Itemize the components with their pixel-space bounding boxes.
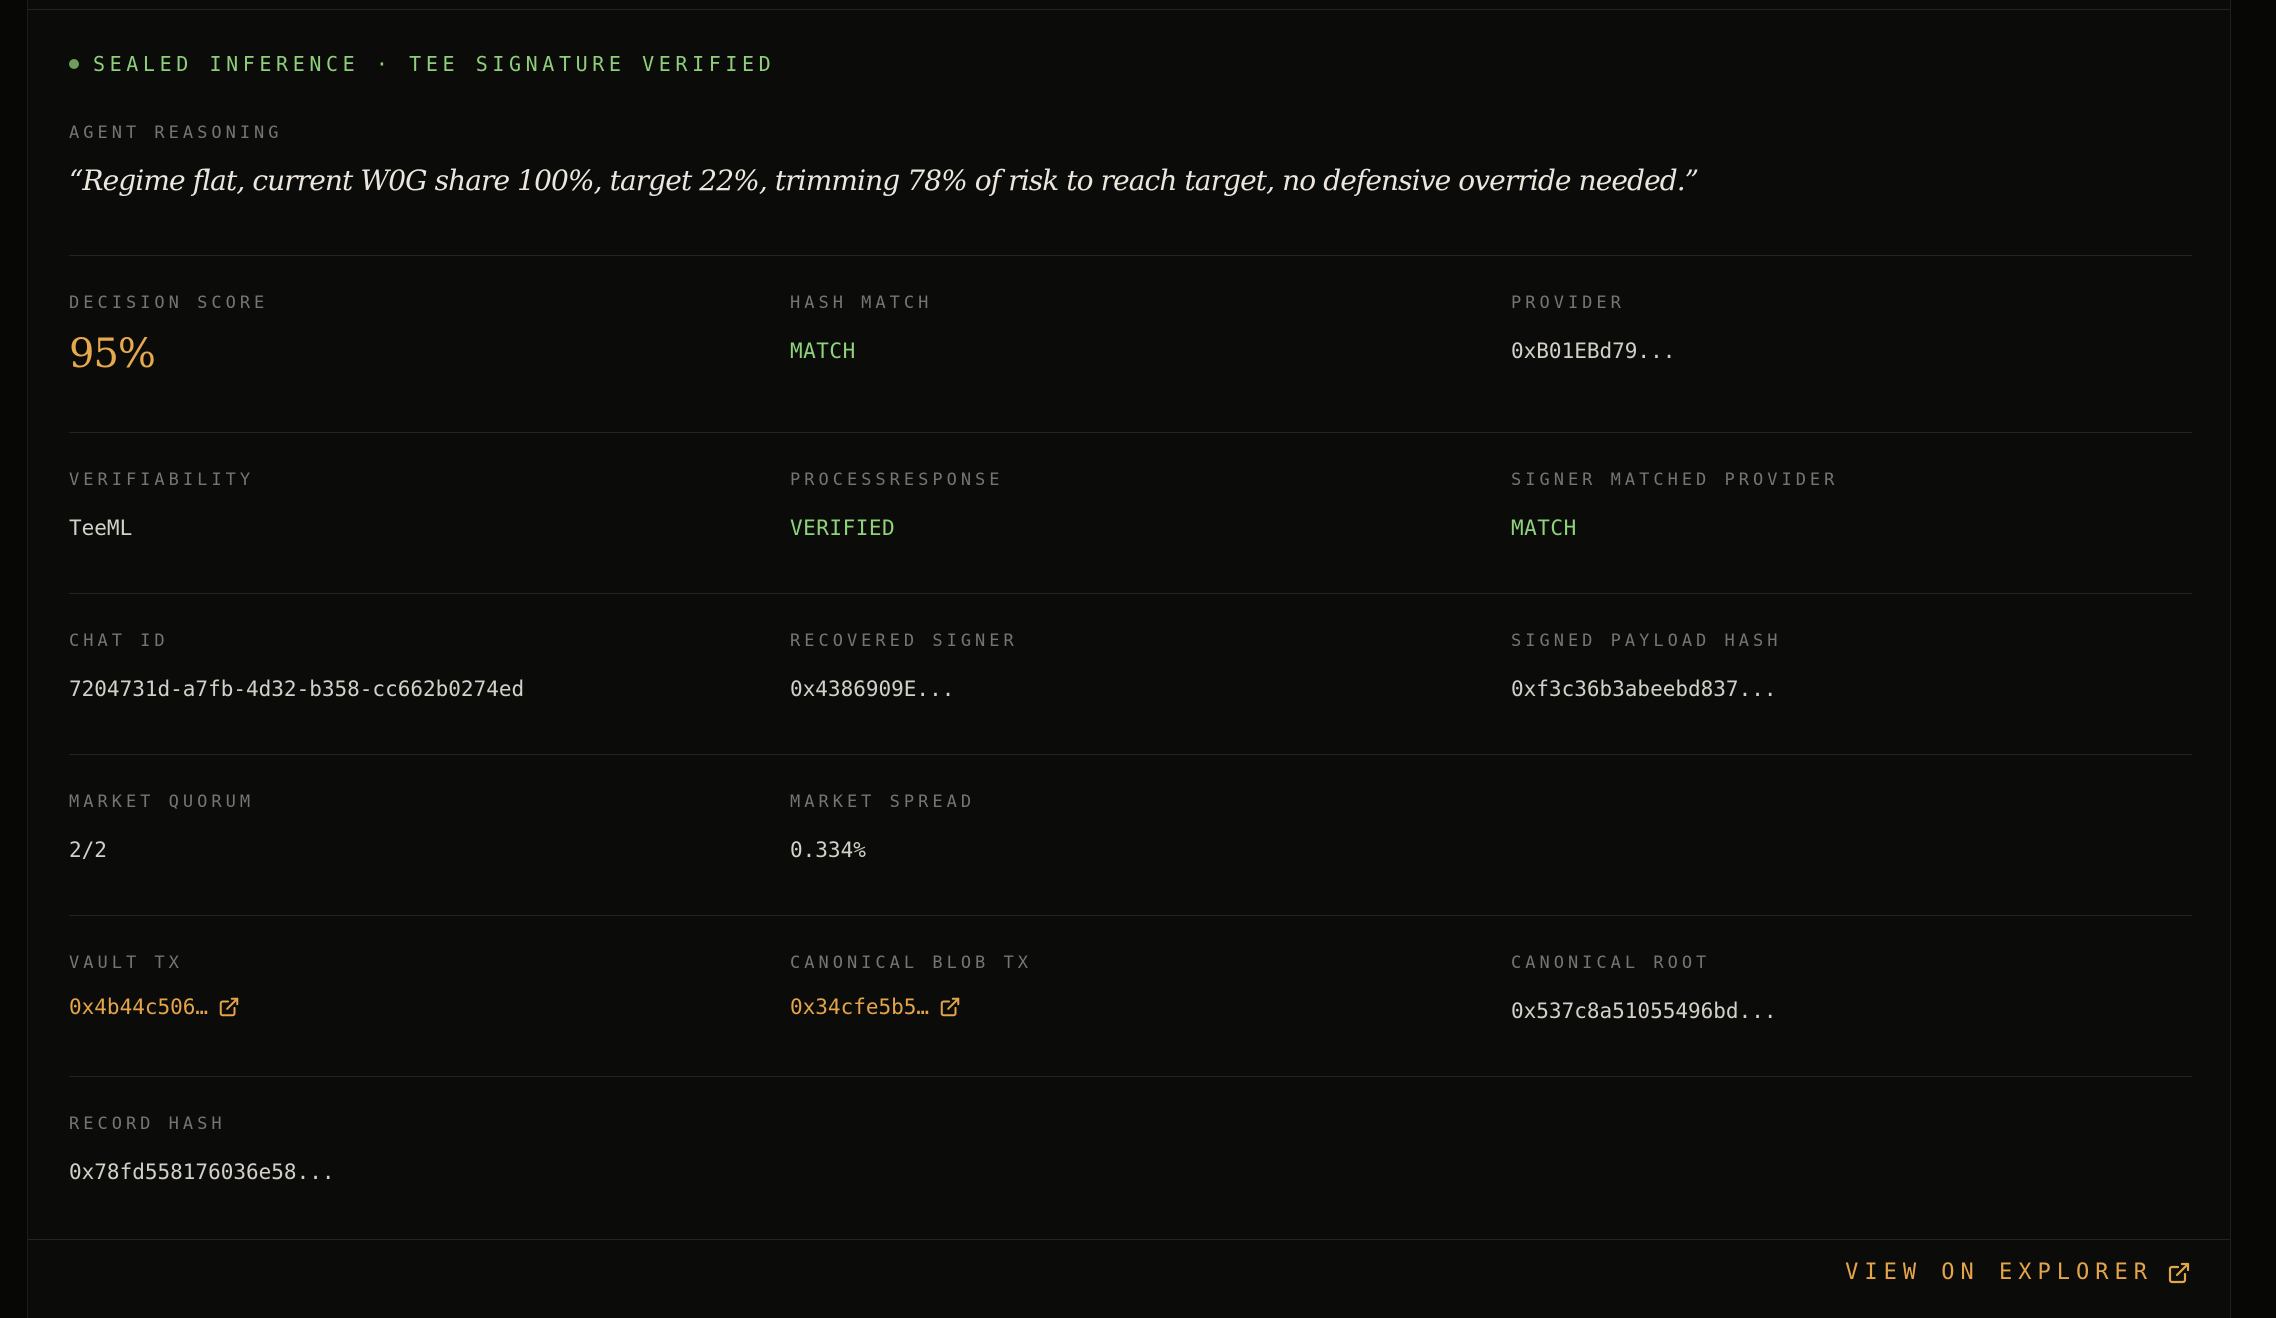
process-response-label: PROCESSRESPONSE: [790, 470, 1004, 490]
decision-score-cell: DECISION SCORE 95%: [69, 293, 268, 377]
market-quorum-label: MARKET QUORUM: [69, 792, 255, 812]
vault-tx-cell: VAULT TX 0x4b44c506…: [69, 953, 240, 1019]
top-divider: [28, 9, 2230, 10]
page-background: SEALED INFERENCE · TEE SIGNATURE VERIFIE…: [0, 0, 2276, 1318]
market-spread-cell: MARKET SPREAD 0.334%: [790, 792, 975, 862]
inference-card: SEALED INFERENCE · TEE SIGNATURE VERIFIE…: [27, 0, 2231, 1318]
chat-id-label: CHAT ID: [69, 631, 169, 651]
signed-payload-hash-value: 0xf3c36b3abeebd837...: [1511, 677, 1777, 701]
market-spread-label: MARKET SPREAD: [790, 792, 976, 812]
chat-id-cell: CHAT ID 7204731d-a7fb-4d32-b358-cc662b02…: [69, 631, 524, 701]
process-response-cell: PROCESSRESPONSE VERIFIED: [790, 470, 1004, 540]
signer-matched-value: MATCH: [1511, 516, 1577, 540]
market-quorum-cell: MARKET QUORUM 2/2: [69, 792, 254, 862]
provider-label: PROVIDER: [1511, 293, 1625, 313]
signed-payload-hash-cell: SIGNED PAYLOAD HASH 0xf3c36b3abeebd837..…: [1511, 631, 1781, 701]
external-link-icon: [940, 997, 960, 1017]
canonical-root-cell: CANONICAL ROOT 0x537c8a51055496bd...: [1511, 953, 1777, 1023]
view-on-explorer-label: VIEW ON EXPLORER: [1845, 1260, 2153, 1285]
market-quorum-value: 2/2: [69, 838, 107, 862]
divider: [69, 1076, 2192, 1077]
canonical-root-label: CANONICAL ROOT: [1511, 953, 1711, 973]
record-hash-cell: RECORD HASH 0x78fd558176036e58...: [69, 1114, 335, 1184]
hash-match-label: HASH MATCH: [790, 293, 933, 313]
recovered-signer-cell: RECOVERED SIGNER 0x4386909E...: [790, 631, 1018, 701]
status-dot-icon: [69, 59, 79, 69]
verification-status: SEALED INFERENCE · TEE SIGNATURE VERIFIE…: [69, 52, 775, 76]
divider: [69, 593, 2192, 594]
hash-match-value: MATCH: [790, 339, 856, 363]
canonical-blob-tx-link[interactable]: 0x34cfe5b5…: [790, 995, 1032, 1019]
vault-tx-label: VAULT TX: [69, 953, 183, 973]
divider: [69, 915, 2192, 916]
hash-match-cell: HASH MATCH MATCH: [790, 293, 932, 363]
footer-divider: [28, 1239, 2230, 1240]
market-spread-value: 0.334%: [790, 838, 866, 862]
process-response-value: VERIFIED: [790, 516, 896, 540]
decision-score-value: 95%: [69, 331, 156, 377]
verifiability-cell: VERIFIABILITY TeeML: [69, 470, 254, 540]
canonical-root-value: 0x537c8a51055496bd...: [1511, 999, 1777, 1023]
reasoning-quote: “Regime flat, current W0G share 100%, ta…: [69, 164, 1699, 197]
reasoning-label: AGENT REASONING: [69, 123, 283, 143]
signer-matched-label: SIGNER MATCHED PROVIDER: [1511, 470, 1839, 490]
recovered-signer-label: RECOVERED SIGNER: [790, 631, 1018, 651]
divider: [69, 754, 2192, 755]
record-hash-label: RECORD HASH: [69, 1114, 226, 1134]
divider: [69, 255, 2192, 256]
chat-id-value: 7204731d-a7fb-4d32-b358-cc662b0274ed: [69, 677, 525, 701]
external-link-icon: [219, 997, 239, 1017]
divider: [69, 432, 2192, 433]
canonical-blob-tx-cell: CANONICAL BLOB TX 0x34cfe5b5…: [790, 953, 1032, 1019]
view-on-explorer-link[interactable]: VIEW ON EXPLORER: [1845, 1260, 2191, 1285]
provider-cell: PROVIDER 0xB01EBd79...: [1511, 293, 1675, 363]
signed-payload-hash-label: SIGNED PAYLOAD HASH: [1511, 631, 1782, 651]
vault-tx-link[interactable]: 0x4b44c506…: [69, 995, 240, 1019]
status-text: SEALED INFERENCE · TEE SIGNATURE VERIFIE…: [93, 52, 776, 76]
record-hash-value: 0x78fd558176036e58...: [69, 1160, 335, 1184]
canonical-blob-tx-label: CANONICAL BLOB TX: [790, 953, 1032, 973]
vault-tx-value: 0x4b44c506…: [69, 995, 209, 1019]
recovered-signer-value: 0x4386909E...: [790, 677, 955, 701]
canonical-blob-tx-value: 0x34cfe5b5…: [790, 995, 930, 1019]
verifiability-value: TeeML: [69, 516, 133, 540]
verifiability-label: VERIFIABILITY: [69, 470, 255, 490]
provider-value: 0xB01EBd79...: [1511, 339, 1676, 363]
signer-matched-cell: SIGNER MATCHED PROVIDER MATCH: [1511, 470, 1838, 540]
decision-score-label: DECISION SCORE: [69, 293, 269, 313]
external-link-icon: [2168, 1262, 2190, 1283]
